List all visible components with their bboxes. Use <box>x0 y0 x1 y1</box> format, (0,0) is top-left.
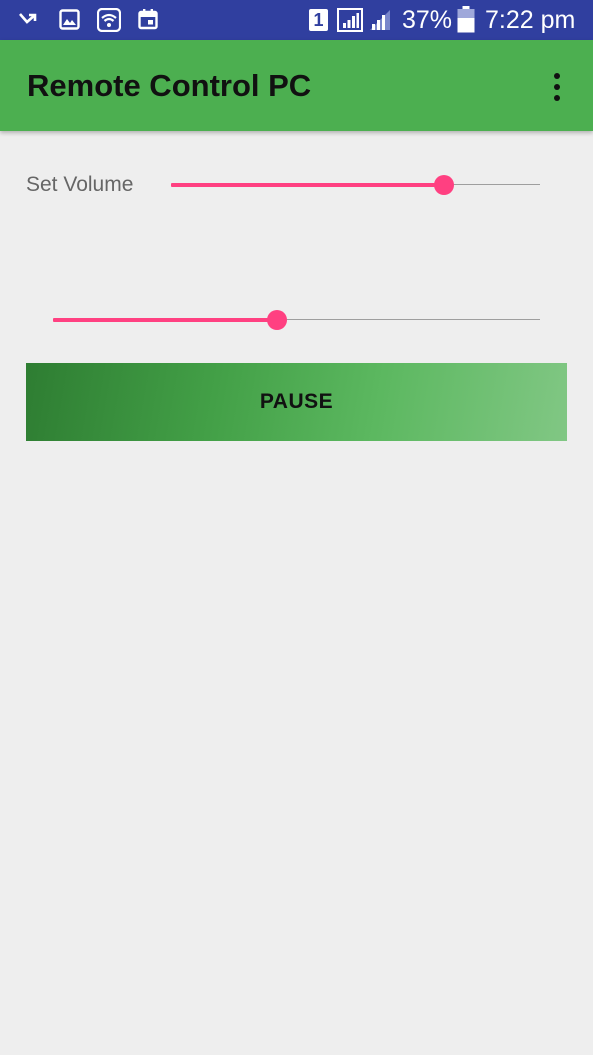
pause-button[interactable]: PAUSE <box>26 363 567 441</box>
volume-seekbar[interactable] <box>171 170 540 200</box>
battery-percent: 37% <box>402 6 453 34</box>
more-options-button[interactable] <box>545 70 569 104</box>
playback-position-seekbar[interactable] <box>53 305 540 335</box>
seekbar-progress <box>53 318 278 322</box>
gallery-icon <box>59 9 80 30</box>
signal-icon <box>370 10 390 30</box>
seekbar-thumb[interactable] <box>434 175 455 195</box>
seekbar-progress <box>171 183 445 187</box>
status-bar: 1 37% 7:22 pm <box>0 0 593 40</box>
clock: 7:22 pm <box>485 6 576 34</box>
missed-call-icon <box>19 13 37 24</box>
battery-icon <box>457 6 475 33</box>
app-bar: Remote Control PC <box>0 40 593 131</box>
sim-icon: 1 <box>309 9 328 31</box>
calendar-icon <box>138 9 158 30</box>
signal-icon <box>337 8 363 32</box>
app-title: Remote Control PC <box>27 68 312 103</box>
more-vert-icon <box>545 70 569 104</box>
volume-label: Set Volume <box>26 173 134 196</box>
wifi-icon <box>97 8 121 32</box>
seekbar-thumb[interactable] <box>267 310 288 330</box>
sim-label: 1 <box>313 10 324 30</box>
